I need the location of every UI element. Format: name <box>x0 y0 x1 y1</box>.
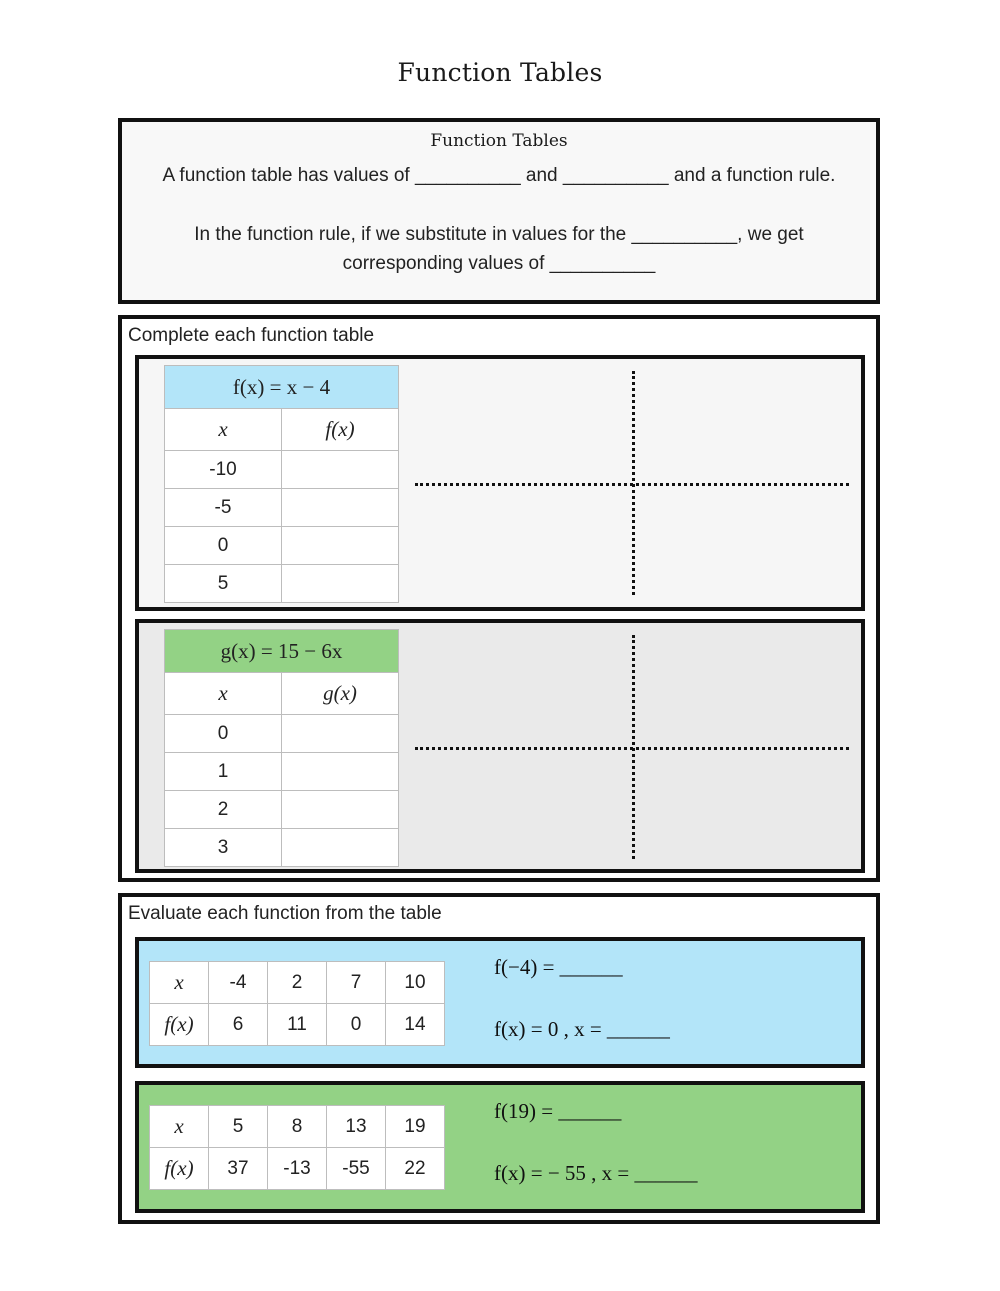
table-row: f(x) 6 11 0 14 <box>149 1003 445 1046</box>
row-header-x: x <box>149 1105 209 1148</box>
table-row: 0 <box>164 714 399 753</box>
table-row: 5 <box>164 564 399 603</box>
y-cell: -13 <box>267 1147 327 1190</box>
x-cell: 10 <box>385 961 445 1004</box>
value-table: x 5 8 13 19 f(x) 37 -13 -55 22 <box>149 1105 445 1190</box>
x-cell: 1 <box>164 752 282 791</box>
answer-cell[interactable] <box>281 450 399 489</box>
intro-box: Function Tables A function table has val… <box>118 118 880 304</box>
column-header-y: g(x) <box>281 672 399 715</box>
section-label: Evaluate each function from the table <box>128 903 442 924</box>
answer-cell[interactable] <box>281 790 399 829</box>
question-1[interactable]: f(−4) = ______ <box>494 955 623 980</box>
table-row: x -4 2 7 10 <box>149 961 445 1004</box>
x-cell: 5 <box>164 564 282 603</box>
column-header-x: x <box>164 672 282 715</box>
evaluate-panel-1: x -4 2 7 10 f(x) 6 11 0 14 f(−4) = _____… <box>135 937 865 1068</box>
x-cell: 0 <box>164 714 282 753</box>
x-cell: 2 <box>267 961 327 1004</box>
table-row: 2 <box>164 790 399 829</box>
x-cell: -5 <box>164 488 282 527</box>
function-table-g: g(x) = 15 − 6x x g(x) 0 1 2 3 <box>164 629 399 867</box>
x-cell: 13 <box>326 1105 386 1148</box>
y-cell: 22 <box>385 1147 445 1190</box>
question-2[interactable]: f(x) = 0 , x = ______ <box>494 1017 670 1042</box>
y-cell: 14 <box>385 1003 445 1046</box>
y-cell: -55 <box>326 1147 386 1190</box>
x-cell: 19 <box>385 1105 445 1148</box>
y-cell: 37 <box>208 1147 268 1190</box>
intro-fill-in-line-3[interactable]: corresponding values of __________ <box>122 253 876 275</box>
y-cell: 11 <box>267 1003 327 1046</box>
y-cell: 6 <box>208 1003 268 1046</box>
complete-tables-section: Complete each function table f(x) = x − … <box>118 315 880 882</box>
answer-cell[interactable] <box>281 714 399 753</box>
x-cell: 8 <box>267 1105 327 1148</box>
x-cell: -4 <box>208 961 268 1004</box>
y-axis <box>632 371 635 595</box>
y-cell: 0 <box>326 1003 386 1046</box>
x-cell: 7 <box>326 961 386 1004</box>
answer-cell[interactable] <box>281 828 399 867</box>
x-cell: 3 <box>164 828 282 867</box>
table-row: x 5 8 13 19 <box>149 1105 445 1148</box>
value-table: x -4 2 7 10 f(x) 6 11 0 14 <box>149 961 445 1046</box>
table-row: 1 <box>164 752 399 791</box>
answer-cell[interactable] <box>281 564 399 603</box>
coordinate-axes[interactable] <box>415 371 849 595</box>
evaluate-section: Evaluate each function from the table x … <box>118 893 880 1224</box>
x-cell: 2 <box>164 790 282 829</box>
row-header-x: x <box>149 961 209 1004</box>
row-header-y: f(x) <box>149 1003 209 1046</box>
page-title: Function Tables <box>397 58 603 87</box>
function-table-panel-f: f(x) = x − 4 x f(x) -10 -5 0 5 <box>135 355 865 611</box>
x-cell: 0 <box>164 526 282 565</box>
question-1[interactable]: f(19) = ______ <box>494 1099 621 1124</box>
question-2[interactable]: f(x) = − 55 , x = ______ <box>494 1161 698 1186</box>
x-cell: 5 <box>208 1105 268 1148</box>
x-cell: -10 <box>164 450 282 489</box>
table-row: -5 <box>164 488 399 527</box>
column-header-y: f(x) <box>281 408 399 451</box>
answer-cell[interactable] <box>281 488 399 527</box>
evaluate-panel-2: x 5 8 13 19 f(x) 37 -13 -55 22 f(19) = _… <box>135 1081 865 1213</box>
answer-cell[interactable] <box>281 526 399 565</box>
table-row: 3 <box>164 828 399 867</box>
answer-cell[interactable] <box>281 752 399 791</box>
table-row: f(x) 37 -13 -55 22 <box>149 1147 445 1190</box>
function-rule: f(x) = x − 4 <box>164 365 399 409</box>
section-label: Complete each function table <box>128 325 375 346</box>
intro-fill-in-line-2[interactable]: In the function rule, if we substitute i… <box>122 224 876 246</box>
table-row: 0 <box>164 526 399 565</box>
intro-fill-in-line-1[interactable]: A function table has values of _________… <box>122 165 876 187</box>
coordinate-axes[interactable] <box>415 635 849 859</box>
table-row: -10 <box>164 450 399 489</box>
intro-heading: Function Tables <box>430 131 568 151</box>
function-table-panel-g: g(x) = 15 − 6x x g(x) 0 1 2 3 <box>135 619 865 873</box>
row-header-y: f(x) <box>149 1147 209 1190</box>
y-axis <box>632 635 635 859</box>
function-table-f: f(x) = x − 4 x f(x) -10 -5 0 5 <box>164 365 399 603</box>
column-header-x: x <box>164 408 282 451</box>
function-rule: g(x) = 15 − 6x <box>164 629 399 673</box>
